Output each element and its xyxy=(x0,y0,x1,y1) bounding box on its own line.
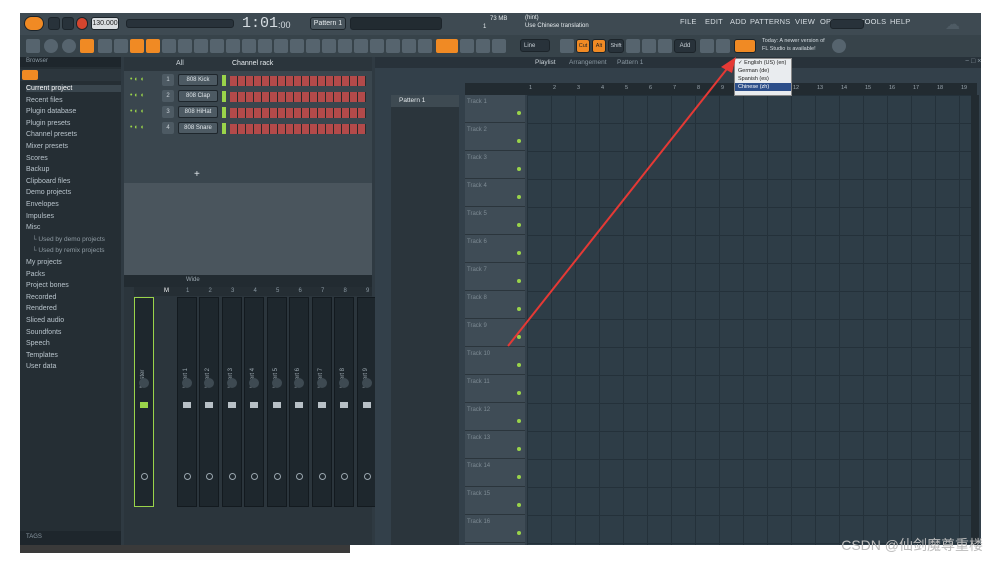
arrow-line xyxy=(507,64,731,347)
arrow-head xyxy=(721,57,736,73)
watermark: CSDN @仙剑魔尊重楼 xyxy=(841,537,983,553)
annotation-arrow xyxy=(507,57,736,347)
fl-studio-window: 130.000 1:01 :00 Pattern 1 73 MB 1 (hint… xyxy=(20,13,981,545)
taskbar xyxy=(20,545,350,553)
